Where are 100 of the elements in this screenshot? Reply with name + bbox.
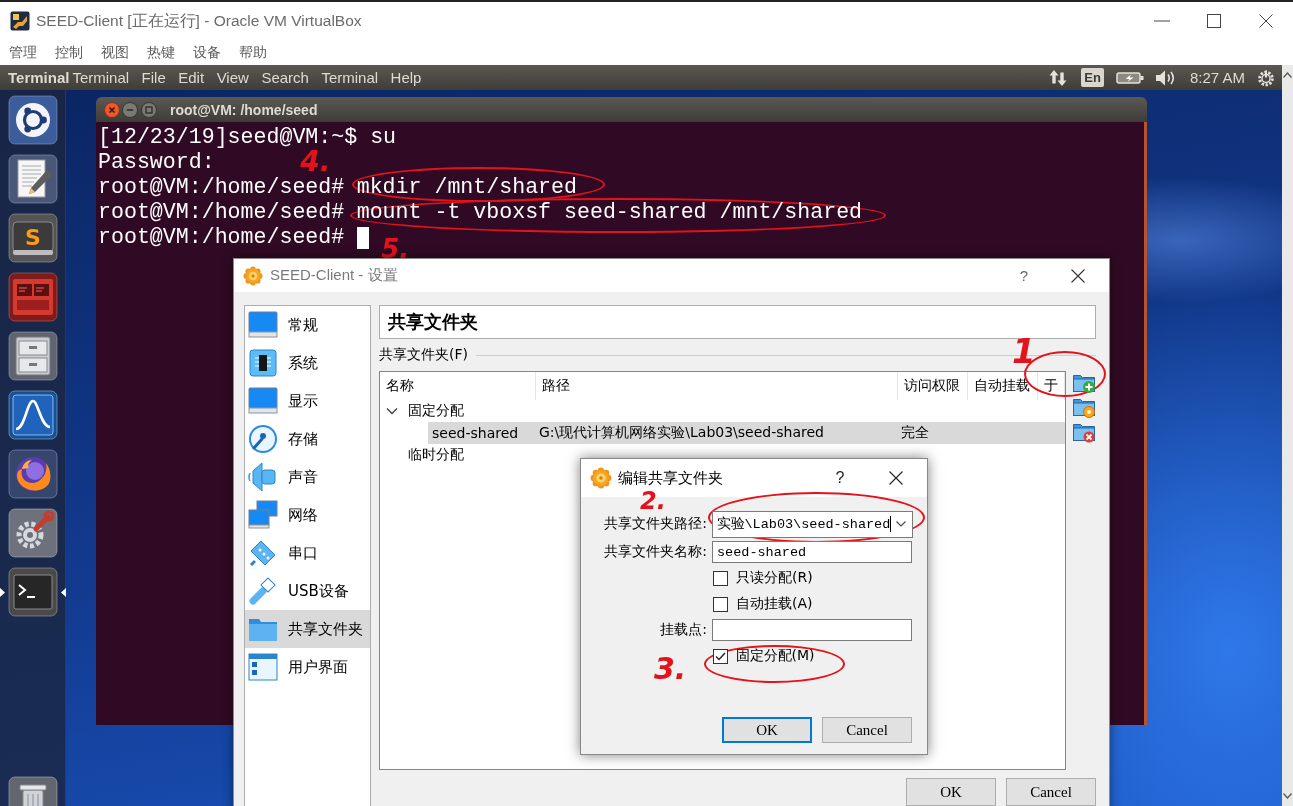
handwritten-number: 5. (381, 235, 410, 262)
field-label: 挂载点: (659, 621, 707, 639)
plug-icon (248, 576, 278, 606)
dialog-title: SEED-Client - 设置 (270, 266, 398, 285)
connector-icon (248, 538, 278, 568)
menu-item[interactable]: Terminal (72, 69, 130, 86)
gear-icon (590, 467, 612, 489)
power-gear-icon[interactable] (1257, 68, 1275, 87)
scrollbar[interactable] (1282, 65, 1293, 806)
command-text: mkdir /mnt/shared (356, 175, 577, 200)
command-text: su (370, 125, 397, 150)
menu-item[interactable]: 控制 (55, 43, 83, 62)
minimize-icon[interactable] (122, 101, 138, 118)
cancel-button[interactable]: Cancel (1006, 778, 1096, 806)
category-item[interactable]: 用户界面 (245, 648, 370, 686)
prompt-text: root@VM:/home/seed# (98, 175, 345, 200)
globe-icon[interactable] (8, 449, 58, 499)
app-name: Terminal (8, 69, 70, 86)
dialog-title: 编辑共享文件夹 (618, 468, 723, 488)
prompt-text: root@VM:/home/seed# (98, 200, 345, 225)
battery-charging-icon[interactable] (1115, 70, 1144, 85)
table-cell-text: 完全 (900, 424, 930, 442)
gear-wrench-icon[interactable] (8, 508, 58, 558)
category-item[interactable]: 系统 (245, 344, 370, 382)
menu-item[interactable]: Search (261, 69, 309, 86)
chevron-down-icon (895, 521, 906, 527)
category-item[interactable]: 存储 (245, 420, 370, 458)
category-item[interactable]: 常规 (245, 306, 370, 344)
category-item[interactable]: 声音 (245, 458, 370, 496)
terminal-icon[interactable] (8, 567, 58, 617)
menu-item[interactable]: 帮助 (239, 43, 267, 62)
handwritten-number: 3. (654, 653, 687, 684)
column-header[interactable]: 访问权限 (898, 372, 968, 400)
volume-icon[interactable] (1153, 68, 1176, 87)
window-layout-icon (248, 652, 278, 682)
column-header[interactable]: 于 (1038, 372, 1065, 400)
handwritten-number: 4. (300, 147, 331, 176)
prompt-text: root@VM:/home/seed# (98, 225, 345, 250)
checkbox[interactable] (713, 570, 728, 586)
up-down-arrows-icon[interactable] (1049, 68, 1068, 87)
output-text: Password: (98, 150, 215, 175)
close-icon[interactable] (1259, 14, 1273, 28)
maximize-icon[interactable] (1207, 14, 1221, 28)
text-field[interactable] (712, 619, 912, 641)
window-title: SEED-Client [正在运行] - Oracle VM VirtualBox (36, 10, 362, 31)
handwritten-number: 2. (640, 489, 666, 513)
command-text: mount -t vboxsf seed-shared /mnt/shared (356, 200, 863, 225)
prompt-text: [12/23/19]seed@VM:~$ (98, 125, 358, 150)
monitor-icon (248, 310, 278, 340)
checkbox-label[interactable]: 只读分配(R) (736, 569, 813, 587)
menu-item[interactable]: Edit (178, 69, 205, 86)
category-item[interactable]: USB设备 (245, 572, 370, 610)
app-logo-icon (10, 11, 30, 31)
checkbox-label[interactable]: 固定分配(M) (735, 647, 815, 665)
menu-item[interactable]: File (141, 69, 166, 86)
close-icon[interactable] (1071, 268, 1085, 283)
column-header[interactable]: 自动挂载 (968, 372, 1038, 400)
close-icon[interactable] (889, 471, 903, 485)
column-header[interactable]: 路径 (536, 372, 898, 400)
field-label: 共享文件夹路径: (603, 515, 707, 533)
checkmark-icon (714, 651, 726, 661)
disc-icon (248, 424, 278, 454)
category-item[interactable]: 串口 (245, 534, 370, 572)
clock-text[interactable]: 8:27 AM (1189, 69, 1245, 86)
menu-item[interactable]: View (216, 69, 249, 86)
ok-button[interactable]: OK (722, 717, 812, 743)
menu-item[interactable]: 管理 (9, 43, 37, 62)
tree-item[interactable]: 固定分配 (380, 400, 1065, 422)
chevron-up-icon[interactable] (1283, 72, 1292, 78)
menu-item[interactable]: Help (390, 69, 422, 86)
window-title: root@VM: /home/seed (170, 101, 318, 118)
checkbox-label[interactable]: 自动挂载(A) (736, 595, 813, 613)
checkbox[interactable] (712, 648, 728, 664)
split-window-icon[interactable] (8, 272, 58, 322)
chevron-down-icon[interactable] (1283, 793, 1292, 799)
letter-tile-icon[interactable]: S (8, 213, 58, 263)
table-row[interactable]: seed-shared G:\现代计算机网络实验\Lab03\seed-shared 完全 (428, 422, 1065, 444)
menu-item[interactable]: 热键 (147, 43, 175, 62)
cancel-button[interactable]: Cancel (822, 717, 912, 743)
menu-item[interactable]: 视图 (101, 43, 129, 62)
checkbox[interactable] (713, 596, 728, 612)
notepad-pencil-icon[interactable] (8, 154, 58, 204)
category-item[interactable]: 共享文件夹 (245, 610, 370, 648)
ok-button[interactable]: OK (906, 778, 996, 806)
fin-wave-icon[interactable] (8, 390, 58, 440)
circle-logo-icon[interactable] (8, 95, 58, 145)
section-label: 共享文件夹(F) (379, 346, 468, 364)
help-button[interactable]: ? (1010, 262, 1038, 289)
category-item[interactable]: 网络 (245, 496, 370, 534)
text-field[interactable]: seed-shared (712, 541, 912, 563)
page-header: 共享文件夹 (379, 305, 1096, 339)
column-header[interactable]: 名称 (380, 372, 536, 400)
combobox[interactable]: 实验\Lab03\seed-shared (711, 510, 913, 538)
keyboard-layout-indicator[interactable]: En (1081, 68, 1104, 87)
help-button[interactable]: ? (826, 465, 854, 491)
menu-item[interactable]: Terminal (321, 69, 379, 86)
menu-item[interactable]: 设备 (193, 43, 221, 62)
network-monitors-icon (248, 500, 278, 530)
drawer-icon[interactable] (8, 331, 58, 381)
category-item[interactable]: 显示 (245, 382, 370, 420)
